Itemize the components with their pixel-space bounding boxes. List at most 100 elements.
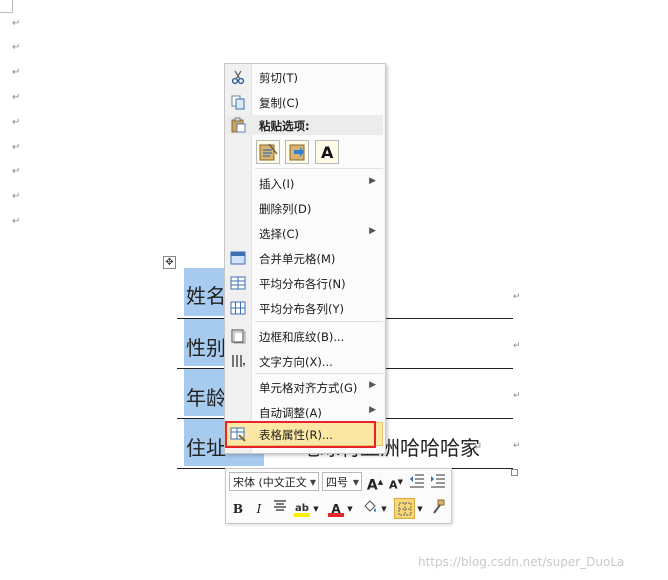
decrease-indent-icon [410, 474, 424, 488]
menu-separator [255, 373, 383, 374]
menu-item-distribute-rows[interactable]: 平均分布各行(N) [225, 271, 383, 295]
menu-separator [255, 321, 383, 322]
shrink-font-icon: A [389, 478, 398, 492]
italic-icon: I [256, 502, 262, 516]
borders-dropdown-button[interactable]: ▼ [416, 499, 424, 519]
menu-item-insert[interactable]: 插入(I) ▶ [225, 171, 383, 195]
merge-cells-icon [230, 250, 246, 266]
increase-indent-button[interactable] [428, 472, 448, 492]
highlight-color-button[interactable]: ab [292, 499, 312, 519]
center-align-button[interactable] [270, 499, 290, 519]
submenu-arrow-icon: ▶ [369, 226, 376, 236]
distribute-columns-icon [230, 300, 246, 316]
menu-item-text-direction[interactable]: 文字方向(X)... [225, 349, 383, 373]
menu-item-label: 单元格对齐方式(G) [259, 381, 358, 395]
shading-dropdown-button[interactable]: ▼ [380, 499, 388, 519]
grow-font-button[interactable]: A▲ [365, 472, 385, 494]
paragraph-mark: ↵ [473, 440, 483, 453]
paste-keep-format-icon [259, 143, 278, 161]
paragraph-mark: ↵ [12, 67, 21, 78]
paste-options-title: 粘贴选项: [259, 119, 310, 133]
svg-text:A: A [321, 143, 334, 162]
paragraph-mark: ↵ [12, 216, 21, 227]
menu-item-distribute-columns[interactable]: 平均分布各列(Y) [225, 296, 383, 320]
borders-icon [230, 328, 246, 344]
menu-item-copy[interactable]: 复制(C) [225, 90, 383, 114]
annotation-highlight-box [225, 421, 376, 448]
menu-item-label: 自动调整(A) [259, 406, 322, 420]
table-cell-label: 住址 [186, 436, 226, 460]
menu-item-label: 选择(C) [259, 227, 300, 241]
submenu-arrow-icon: ▶ [369, 405, 376, 415]
grow-font-icon: A [366, 477, 378, 494]
paste-text-only-icon: A [321, 143, 334, 162]
highlight-dropdown-button[interactable]: ▼ [312, 499, 320, 519]
dropdown-caret-icon: ▼ [352, 478, 359, 487]
submenu-arrow-icon: ▶ [369, 176, 376, 186]
row-end-mark: ↵ [513, 441, 521, 451]
bold-icon: B [232, 502, 244, 516]
format-painter-button[interactable] [428, 499, 448, 519]
clipboard-icon [230, 117, 246, 136]
menu-item-merge-cells[interactable]: 合并单元格(M) [225, 246, 383, 270]
borders-grid-icon [398, 502, 411, 516]
shrink-font-button[interactable]: A▼ [386, 472, 406, 492]
watermark-text: https://blog.csdn.net/super_DuoLa [418, 555, 625, 569]
paste-merge-formatting-button[interactable] [285, 140, 309, 164]
row-end-mark: ↵ [513, 292, 521, 302]
paste-text-only-button[interactable]: A [315, 140, 339, 164]
italic-button[interactable]: I [249, 499, 269, 519]
decrease-indent-button[interactable] [407, 472, 427, 492]
menu-item-label: 复制(C) [259, 96, 300, 110]
menu-item-cut[interactable]: 剪切(T) [225, 65, 383, 89]
menu-item-delete-column[interactable]: 删除列(D) [225, 196, 383, 220]
paste-keep-formatting-button[interactable] [256, 140, 280, 164]
format-painter-icon [433, 499, 445, 514]
shading-button[interactable] [360, 499, 380, 519]
borders-button[interactable] [394, 498, 415, 519]
menu-item-label: 平均分布各行(N) [259, 277, 346, 291]
menu-item-cell-alignment[interactable]: 单元格对齐方式(G) ▶ [225, 375, 383, 399]
paragraph-mark: ↵ [12, 18, 21, 29]
font-size-value: 四号 [326, 476, 348, 489]
center-align-icon [274, 500, 286, 511]
bold-button[interactable]: B [228, 499, 248, 519]
table-resize-handle[interactable] [511, 469, 518, 476]
table-cell-label: 姓名 [186, 284, 226, 308]
paste-merge-format-icon [289, 144, 305, 161]
submenu-arrow-icon: ▶ [369, 380, 376, 390]
menu-item-label: 文字方向(X)... [259, 355, 333, 369]
copy-icon [230, 94, 246, 110]
table-cell-label: 年龄 [186, 386, 226, 410]
menu-item-label: 删除列(D) [259, 202, 312, 216]
font-name-dropdown[interactable]: 宋体 (中文正文 ▼ [229, 472, 319, 491]
menu-item-label: 插入(I) [259, 177, 295, 191]
row-end-mark: ↵ [513, 391, 521, 401]
row-end-mark: ↵ [513, 341, 521, 351]
menu-item-borders-shading[interactable]: 边框和底纹(B)... [225, 324, 383, 348]
font-color-dropdown-button[interactable]: ▼ [346, 499, 354, 519]
paste-options-header: 粘贴选项: [225, 115, 383, 135]
paragraph-mark: ↵ [12, 92, 21, 103]
page-margin-corner [0, 0, 13, 13]
menu-item-select[interactable]: 选择(C) ▶ [225, 221, 383, 245]
font-color-button[interactable]: A [326, 499, 346, 519]
paragraph-mark: ↵ [12, 117, 21, 128]
menu-item-label: 平均分布各列(Y) [259, 302, 344, 316]
font-size-dropdown[interactable]: 四号 ▼ [322, 472, 362, 491]
paragraph-mark: ↵ [12, 142, 21, 153]
menu-item-label: 合并单元格(M) [259, 252, 336, 266]
table-cell-label: 性别 [186, 336, 226, 360]
menu-item-label: 剪切(T) [259, 71, 298, 85]
increase-indent-icon [431, 474, 445, 488]
dropdown-caret-icon: ▼ [309, 478, 316, 487]
paragraph-mark: ↵ [12, 166, 21, 177]
menu-separator [255, 168, 383, 169]
text-direction-icon [230, 353, 246, 369]
paragraph-mark: ↵ [12, 191, 21, 202]
table-move-handle[interactable]: ✥ [163, 256, 176, 269]
paragraph-mark: ↵ [12, 42, 21, 53]
scissors-icon [230, 69, 246, 85]
paint-bucket-icon [364, 500, 376, 512]
menu-item-label: 边框和底纹(B)... [259, 330, 345, 344]
